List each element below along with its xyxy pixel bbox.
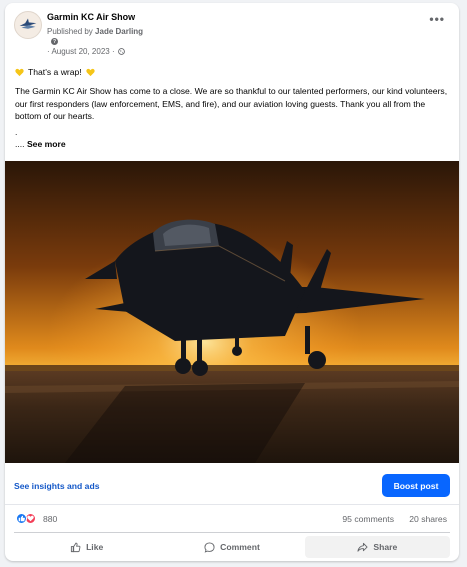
post-header: Garmin KC Air Show Published by Jade Dar…	[5, 3, 459, 61]
comment-button[interactable]: Comment	[159, 536, 304, 558]
published-by-line: Published by Jade Darling	[47, 27, 143, 36]
post-text: That's a wrap! The Garmin KC Air Show ha…	[15, 66, 449, 150]
share-icon	[357, 542, 368, 552]
like-label: Like	[86, 542, 104, 552]
thumbs-up-icon	[70, 542, 81, 552]
action-bar: Like Comment Share	[14, 536, 450, 558]
jet-sunset-illustration	[5, 161, 459, 463]
see-more-line: .... See more	[15, 138, 449, 150]
post-date-line: · August 20, 2023 ·	[47, 47, 125, 56]
reaction-stats: 880 95 comments 20 shares	[5, 511, 459, 527]
page-avatar[interactable]	[14, 11, 42, 39]
divider	[5, 504, 459, 505]
comments-count[interactable]: 95 comments	[342, 514, 394, 524]
published-prefix: Published by	[47, 27, 93, 36]
more-options-button[interactable]: •••	[429, 13, 445, 25]
reaction-count[interactable]: 880	[43, 514, 57, 524]
shares-count[interactable]: 20 shares	[409, 514, 447, 524]
share-label: Share	[373, 542, 398, 552]
boost-post-button[interactable]: Boost post	[382, 474, 450, 497]
yellow-heart-icon	[86, 68, 95, 76]
like-button[interactable]: Like	[14, 536, 159, 558]
divider	[14, 532, 450, 533]
page-name[interactable]: Garmin KC Air Show	[47, 12, 135, 22]
see-more-link[interactable]: See more	[27, 139, 66, 149]
comment-icon	[204, 541, 215, 553]
post-headline: That's a wrap!	[15, 66, 449, 78]
help-icon[interactable]: ?	[51, 38, 58, 45]
see-insights-link[interactable]: See insights and ads	[14, 481, 99, 491]
yellow-heart-icon	[15, 68, 24, 76]
airshow-logo-icon	[19, 18, 37, 29]
post-body: The Garmin KC Air Show has come to a clo…	[15, 86, 448, 122]
post-dot-line: .	[15, 126, 18, 137]
thumbs-up-icon	[16, 513, 27, 524]
publisher-name[interactable]: Jade Darling	[95, 27, 143, 36]
post-date[interactable]: · August 20, 2023 ·	[47, 47, 115, 56]
headline-text: That's a wrap!	[28, 67, 82, 77]
comment-label: Comment	[220, 542, 260, 552]
insights-row: See insights and ads Boost post	[5, 469, 459, 501]
reaction-icons[interactable]	[16, 513, 40, 525]
share-button[interactable]: Share	[304, 536, 450, 558]
globe-icon	[117, 48, 125, 55]
post-photo[interactable]	[5, 161, 459, 463]
ellipsis: ....	[15, 139, 25, 150]
post-card: Garmin KC Air Show Published by Jade Dar…	[5, 3, 459, 561]
